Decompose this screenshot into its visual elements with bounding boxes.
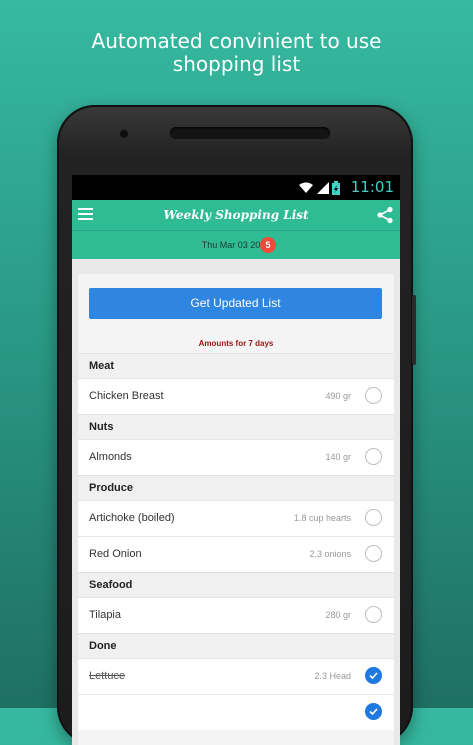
- share-icon[interactable]: [376, 206, 394, 224]
- item-name: Almonds: [89, 451, 132, 463]
- phone-frame: 11:01 Weekly Shopping List Thu Mar 03 20…: [57, 105, 416, 745]
- app-bar: Weekly Shopping List: [72, 200, 400, 230]
- notification-badge[interactable]: 5: [260, 237, 276, 253]
- amounts-label: Amounts for 7 days: [198, 339, 274, 348]
- unchecked-checkbox-icon[interactable]: [365, 387, 382, 404]
- shopping-list: Meat Chicken Breast 490 gr Nuts Almonds 140 g…: [78, 353, 394, 730]
- category-header: Nuts: [78, 414, 394, 439]
- list-item[interactable]: Lettuce 2.3 Head: [78, 658, 394, 694]
- item-amount: 490 gr: [325, 391, 351, 401]
- promo-headline-line1: Automated convinient to use: [91, 29, 382, 53]
- get-updated-list-button[interactable]: Get Updated List: [89, 288, 382, 319]
- signal-icon: [317, 182, 329, 194]
- category-header: Seafood: [78, 572, 394, 597]
- item-amount: 2.3 Head: [314, 671, 351, 681]
- promo-headline: Automated convinient to use shopping lis…: [0, 30, 473, 76]
- item-amount: 2.3 onions: [309, 549, 351, 559]
- list-item[interactable]: Red Onion 2.3 onions: [78, 536, 394, 572]
- item-amount: 140 gr: [325, 452, 351, 462]
- unchecked-checkbox-icon[interactable]: [365, 606, 382, 623]
- item-name: Tilapia: [89, 609, 121, 621]
- unchecked-checkbox-icon[interactable]: [365, 545, 382, 562]
- checked-checkbox-icon[interactable]: [365, 703, 382, 720]
- category-header: Meat: [78, 353, 394, 378]
- app-screen: 11:01 Weekly Shopping List Thu Mar 03 20…: [72, 175, 400, 745]
- app-title: Weekly Shopping List: [163, 208, 309, 222]
- unchecked-checkbox-icon[interactable]: [365, 509, 382, 526]
- status-icons: [298, 181, 340, 195]
- list-item[interactable]: Artichoke (boiled) 1.8 cup hearts: [78, 500, 394, 536]
- category-header: Done: [78, 633, 394, 658]
- speaker-grille: [170, 127, 330, 139]
- battery-icon: [332, 181, 340, 195]
- camera-icon: [120, 130, 128, 138]
- unchecked-checkbox-icon[interactable]: [365, 448, 382, 465]
- list-item[interactable]: Tilapia 280 gr: [78, 597, 394, 633]
- item-name: Red Onion: [89, 548, 142, 560]
- power-button: [412, 295, 416, 365]
- item-name: Artichoke (boiled): [89, 512, 175, 524]
- date-bar: Thu Mar 03 2016 5: [72, 230, 400, 259]
- shopping-list-card: Get Updated List Amounts for 7 days Meat…: [78, 274, 394, 745]
- wifi-icon: [299, 182, 313, 193]
- category-header: Produce: [78, 475, 394, 500]
- promo-headline-line2: shopping list: [172, 52, 301, 76]
- list-item[interactable]: Almonds 140 gr: [78, 439, 394, 475]
- checked-checkbox-icon[interactable]: [365, 667, 382, 684]
- list-item[interactable]: [78, 694, 394, 730]
- item-name: Lettuce: [89, 670, 126, 682]
- status-time: 11:01: [350, 178, 394, 196]
- item-amount: 1.8 cup hearts: [293, 513, 351, 523]
- current-date: Thu Mar 03 2016: [201, 240, 271, 250]
- item-name: Chicken Breast: [89, 390, 164, 402]
- list-item[interactable]: Chicken Breast 490 gr: [78, 378, 394, 414]
- item-amount: 280 gr: [325, 610, 351, 620]
- status-bar: 11:01: [72, 175, 400, 200]
